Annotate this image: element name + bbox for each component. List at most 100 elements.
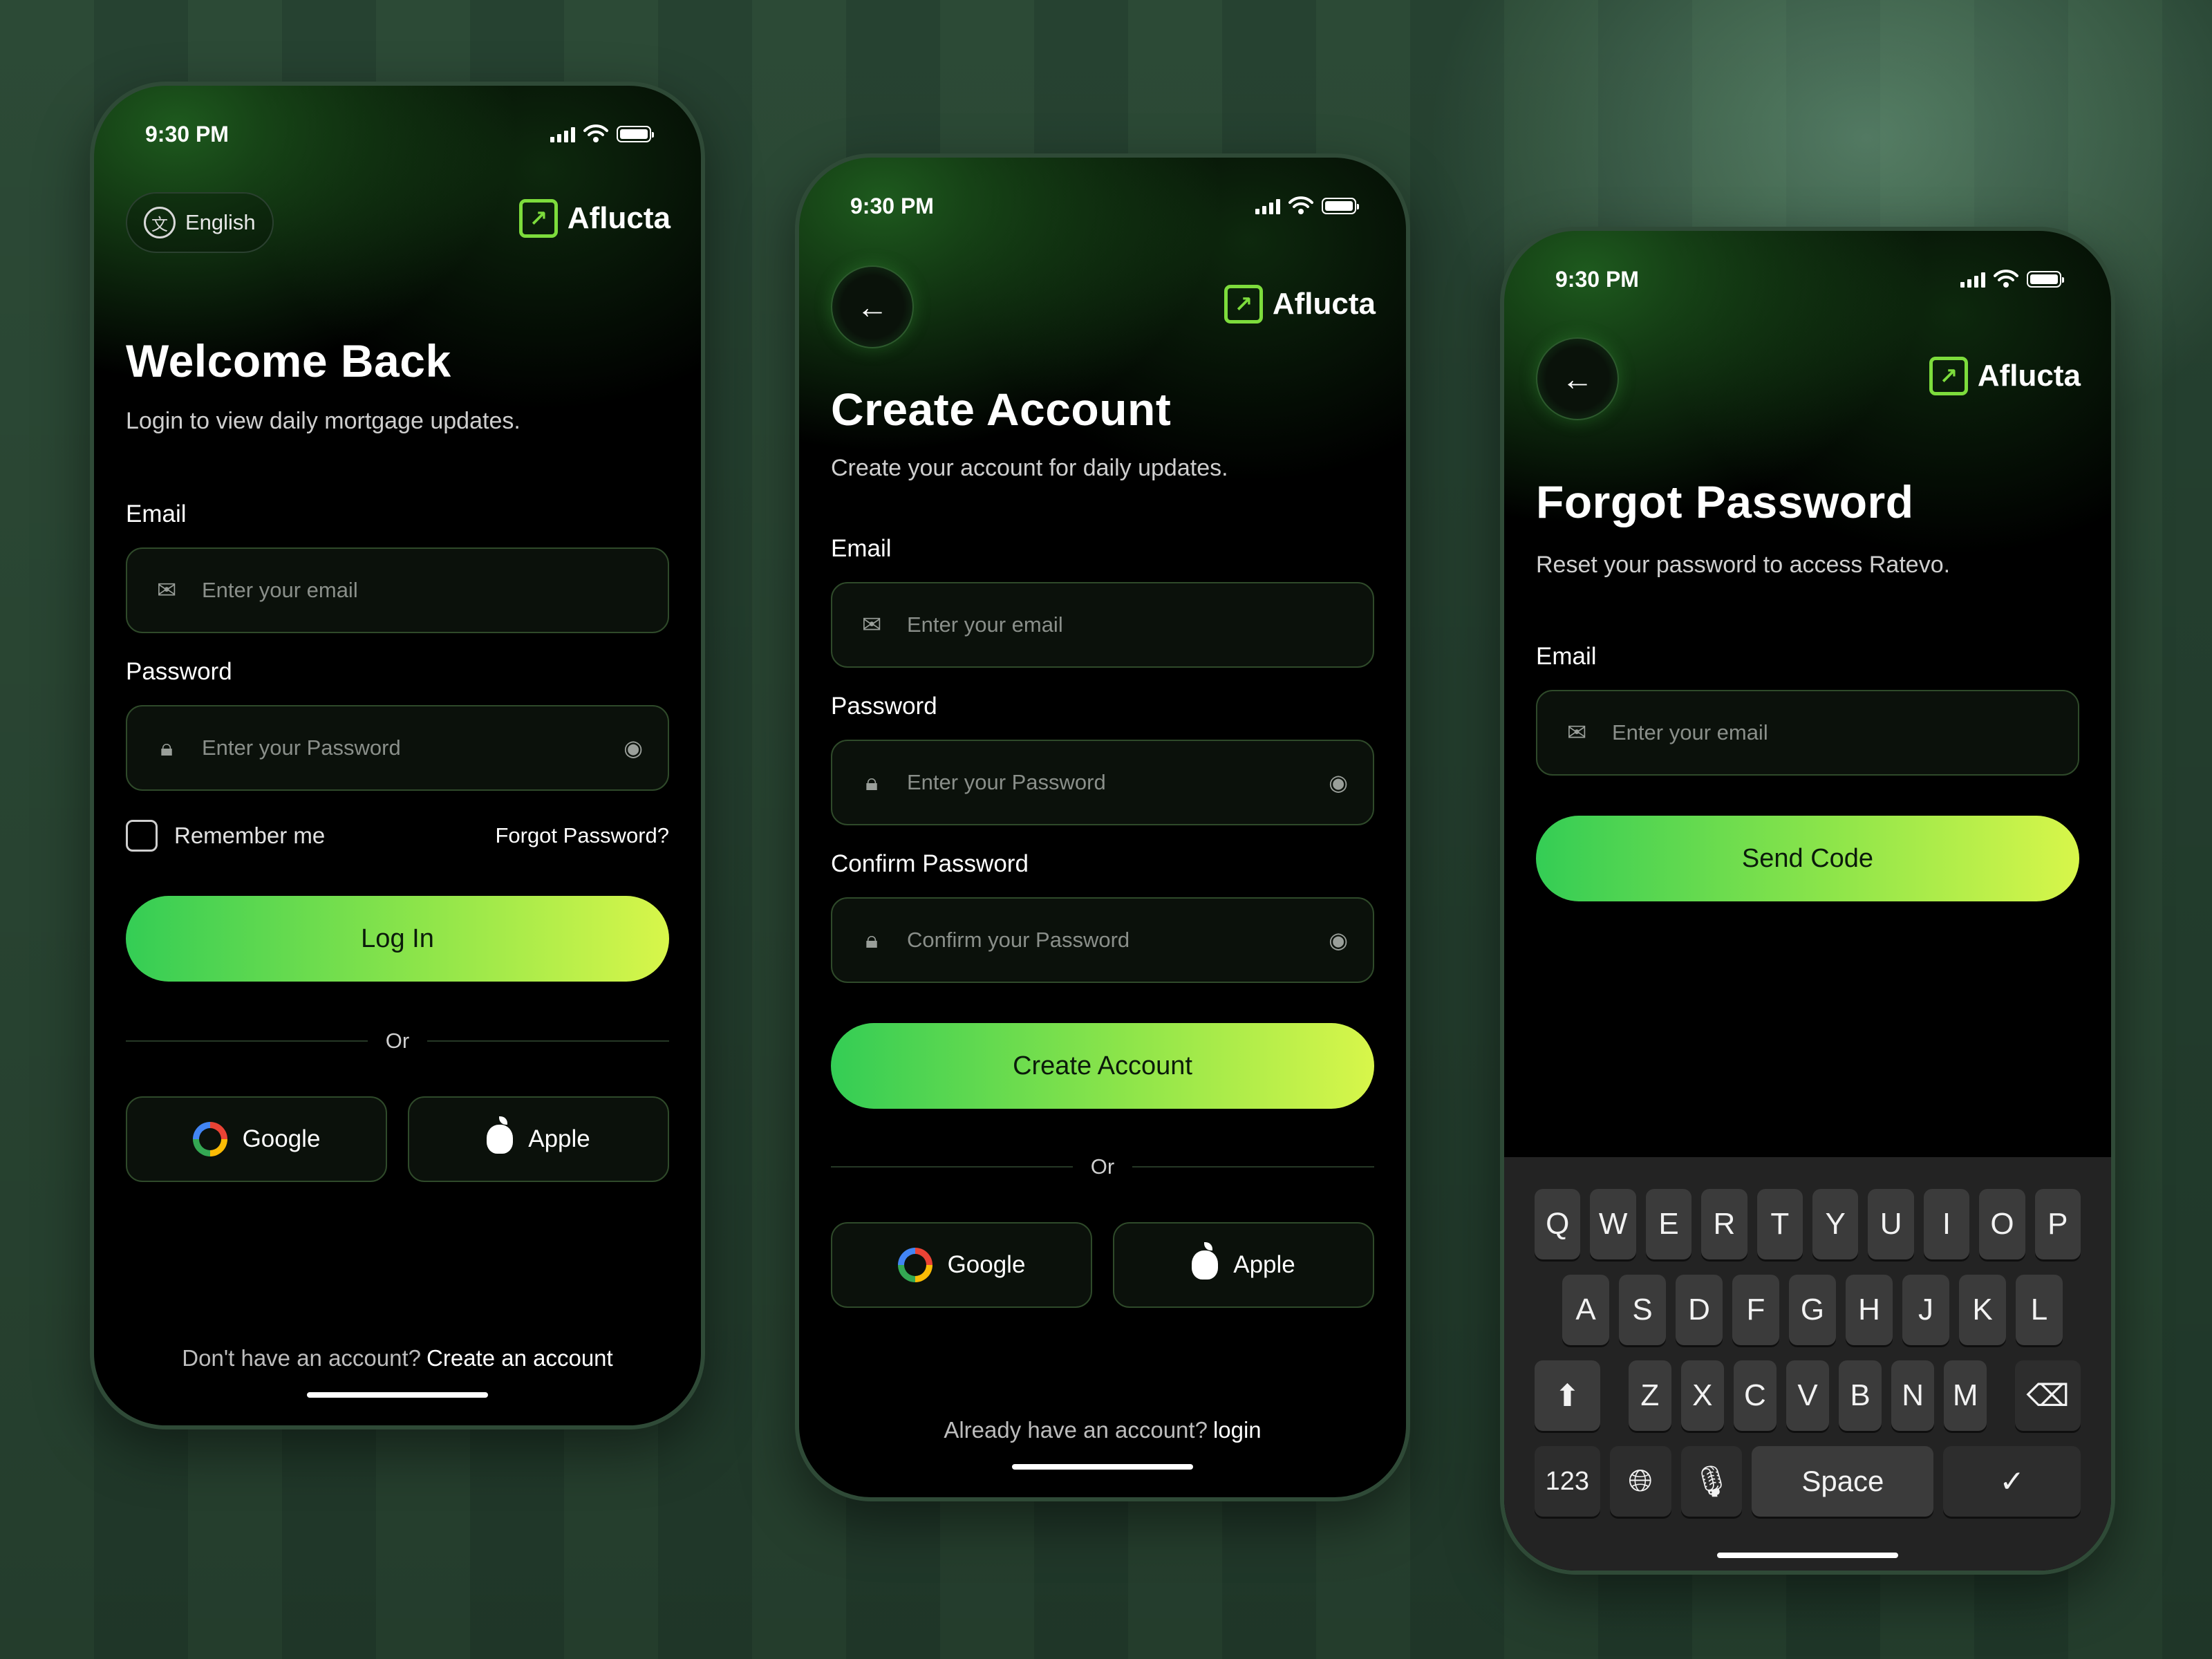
confirm-password-placeholder: Confirm your Password	[907, 928, 1130, 952]
key[interactable]: Y	[1812, 1189, 1859, 1259]
password-placeholder: Enter your Password	[202, 735, 401, 760]
password-field[interactable]: 🔒︎ Enter your Password ◉	[831, 740, 1374, 825]
remember-checkbox[interactable]	[126, 820, 158, 852]
password-field[interactable]: 🔒︎ Enter your Password ◉	[126, 705, 669, 791]
page-subtitle: Create your account for daily updates.	[831, 455, 1228, 481]
key[interactable]: Q	[1535, 1189, 1581, 1259]
key[interactable]: N	[1891, 1360, 1935, 1431]
shift-key[interactable]: ⬆	[1535, 1360, 1600, 1431]
translate-icon: 文	[144, 207, 176, 238]
home-indicator	[1717, 1553, 1898, 1558]
apple-button[interactable]: Apple	[408, 1096, 669, 1182]
remember-label: Remember me	[174, 823, 326, 848]
page-subtitle: Reset your password to access Ratevo.	[1536, 552, 1951, 578]
eye-off-icon[interactable]: ◉	[1329, 927, 1348, 953]
email-placeholder: Enter your email	[907, 612, 1063, 637]
lock-icon: 🔒︎	[865, 926, 879, 953]
globe-key[interactable]: 🌐︎	[1609, 1446, 1671, 1517]
forgot-password-link[interactable]: Forgot Password?	[495, 823, 669, 848]
backspace-key[interactable]: ⌫	[2015, 1360, 2081, 1431]
key[interactable]: S	[1619, 1275, 1666, 1345]
mail-icon: ✉	[156, 577, 177, 603]
key[interactable]: V	[1785, 1360, 1830, 1431]
keyboard-row-4: 123 🌐︎ 🎙︎ Space ✓	[1535, 1446, 2081, 1517]
mail-icon: ✉	[861, 612, 882, 638]
key[interactable]: F	[1732, 1275, 1779, 1345]
login-prompt: Already have an account? login	[799, 1417, 1406, 1443]
key[interactable]: P	[2034, 1189, 2081, 1259]
brand: ↗ Aflucta	[1224, 285, 1376, 324]
key[interactable]: T	[1756, 1189, 1803, 1259]
arrow-left-icon: ←	[856, 289, 888, 325]
login-button[interactable]: Log In	[126, 896, 669, 982]
battery-icon	[1322, 198, 1359, 214]
numbers-key[interactable]: 123	[1535, 1446, 1600, 1517]
email-field[interactable]: ✉ Enter your email	[126, 547, 669, 633]
eye-off-icon[interactable]: ◉	[1329, 769, 1348, 796]
done-key[interactable]: ✓	[1943, 1446, 2081, 1517]
email-field[interactable]: ✉ Enter your email	[831, 582, 1374, 668]
wifi-icon	[1288, 196, 1313, 214]
google-icon	[192, 1122, 227, 1156]
brand-logo-icon: ↗	[1929, 357, 1968, 395]
key[interactable]: M	[1944, 1360, 1987, 1431]
apple-icon	[1192, 1242, 1219, 1280]
google-button[interactable]: Google	[126, 1096, 387, 1182]
key[interactable]: C	[1733, 1360, 1777, 1431]
apple-label: Apple	[1233, 1251, 1295, 1278]
social-buttons: Google Apple	[126, 1096, 669, 1182]
globe-icon: 🌐︎	[1628, 1464, 1653, 1498]
password-label: Password	[831, 693, 937, 720]
key[interactable]: O	[1979, 1189, 2025, 1259]
confirm-password-label: Confirm Password	[831, 850, 1029, 877]
brand: ↗ Aflucta	[518, 199, 671, 238]
microphone-key[interactable]: 🎙︎	[1680, 1446, 1743, 1517]
status-bar: 9:30 PM	[850, 185, 1359, 227]
mail-icon: ✉	[1566, 720, 1587, 746]
key[interactable]: E	[1645, 1189, 1692, 1259]
language-selector[interactable]: 文 English	[126, 192, 274, 253]
key[interactable]: Z	[1628, 1360, 1671, 1431]
create-account-button[interactable]: Create Account	[831, 1023, 1374, 1109]
status-time: 9:30 PM	[1555, 266, 1639, 292]
eye-off-icon[interactable]: ◉	[624, 735, 643, 761]
wifi-icon	[583, 124, 608, 142]
brand-name: Aflucta	[1977, 359, 2081, 393]
key[interactable]: K	[1959, 1275, 2006, 1345]
key[interactable]: X	[1680, 1360, 1724, 1431]
login-link[interactable]: login	[1213, 1417, 1262, 1443]
signal-icon	[1255, 198, 1280, 214]
page-subtitle: Login to view daily mortgage updates.	[126, 408, 521, 434]
apple-button[interactable]: Apple	[1113, 1222, 1374, 1308]
microphone-icon: 🎙︎	[1692, 1465, 1731, 1499]
key[interactable]: I	[1923, 1189, 1970, 1259]
google-icon	[897, 1248, 932, 1282]
email-placeholder: Enter your email	[202, 578, 358, 602]
key[interactable]: D	[1676, 1275, 1723, 1345]
key[interactable]: B	[1839, 1360, 1882, 1431]
key[interactable]: H	[1846, 1275, 1893, 1345]
key[interactable]: A	[1562, 1275, 1609, 1345]
send-code-button[interactable]: Send Code	[1536, 816, 2079, 901]
page-title: Forgot Password	[1536, 476, 1914, 527]
key[interactable]: U	[1868, 1189, 1914, 1259]
back-button[interactable]: ←	[1536, 337, 1619, 420]
arrow-left-icon: ←	[1562, 361, 1593, 397]
or-label: Or	[385, 1029, 410, 1053]
create-account-link[interactable]: Create an account	[427, 1345, 613, 1371]
key[interactable]: W	[1590, 1189, 1636, 1259]
key[interactable]: G	[1789, 1275, 1836, 1345]
confirm-password-field[interactable]: 🔒︎ Confirm your Password ◉	[831, 897, 1374, 983]
key[interactable]: R	[1701, 1189, 1747, 1259]
key[interactable]: J	[1902, 1275, 1949, 1345]
signup-prompt: Don't have an account? Create an account	[94, 1345, 701, 1371]
google-label: Google	[242, 1125, 321, 1152]
space-key[interactable]: Space	[1752, 1446, 1934, 1517]
shift-icon: ⬆	[1555, 1378, 1580, 1413]
back-button[interactable]: ←	[831, 265, 914, 348]
key[interactable]: L	[2016, 1275, 2063, 1345]
create-account-screen: 9:30 PM ← ↗ Aflucta Create Account Creat…	[795, 153, 1410, 1501]
email-field[interactable]: ✉ Enter your email	[1536, 690, 2079, 776]
remember-row: Remember me Forgot Password?	[126, 820, 669, 852]
google-button[interactable]: Google	[831, 1222, 1092, 1308]
